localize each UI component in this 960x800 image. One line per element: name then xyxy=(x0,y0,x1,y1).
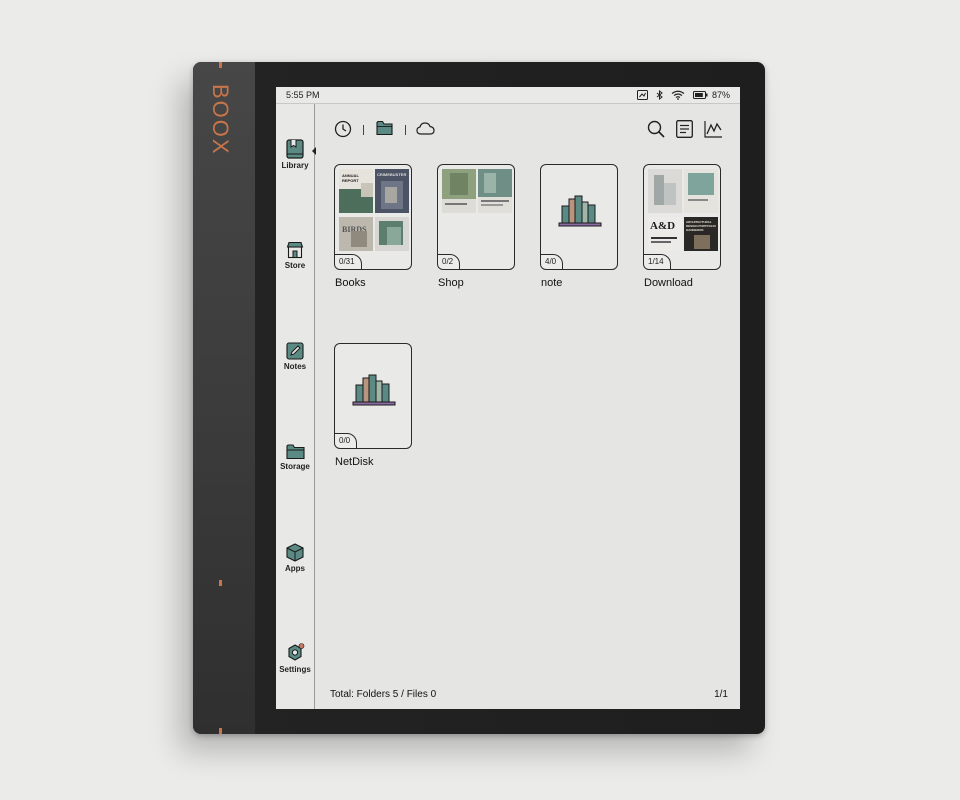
toolbar-divider xyxy=(363,125,364,135)
toolbar-divider xyxy=(405,125,406,135)
folder-count: 4/0 xyxy=(541,254,564,269)
folder-count: 0/2 xyxy=(438,254,461,269)
sidebar: Library Store Notes Storage Apps Setting… xyxy=(276,104,316,709)
apps-icon xyxy=(286,543,304,562)
folder-name: Books xyxy=(335,277,366,289)
folder-thumbnail: 0/2 xyxy=(437,164,515,270)
folder-name: note xyxy=(541,277,563,289)
folder-count: 0/0 xyxy=(335,433,358,448)
folder-name: Download xyxy=(644,277,693,289)
sidebar-item-library[interactable]: Library xyxy=(276,139,314,170)
bluetooth-icon[interactable] xyxy=(656,90,663,100)
screen: 5:55 PM 87% Library Store Notes Storage … xyxy=(276,87,740,709)
architectural-text: ARCHITECTURAL DESIGN PORTFOLIO HANDBOOK xyxy=(686,220,716,232)
folder-thumbnail: 4/0 xyxy=(540,164,618,270)
screen-refresh-icon[interactable] xyxy=(636,90,648,100)
annual-report-text: ANNUAL REPORT xyxy=(342,173,359,183)
accent-mark xyxy=(219,728,222,734)
accent-mark xyxy=(219,580,222,586)
notes-icon xyxy=(286,342,304,360)
bookshelf-icon xyxy=(558,195,602,227)
crimebuster-text: CRIMEBUSTER xyxy=(377,172,407,177)
folder-thumbnail: 0/0 xyxy=(334,343,412,449)
status-bar: 5:55 PM 87% xyxy=(276,87,740,104)
recent-clock-icon[interactable] xyxy=(334,120,352,143)
total-summary: Total: Folders 5 / Files 0 xyxy=(330,689,437,700)
sidebar-item-label: Settings xyxy=(279,665,311,674)
folder-count: 0/31 xyxy=(335,254,362,269)
ad-title-text: A&D xyxy=(650,220,676,232)
library-toolbar xyxy=(316,104,740,154)
folder-thumbnail: A&D ARCHITECTURAL DESIGN PORTFOLIO HANDB… xyxy=(643,164,721,270)
page-indicator[interactable]: 1/1 xyxy=(714,689,728,700)
folder-count: 1/14 xyxy=(644,254,671,269)
battery-icon: 87% xyxy=(692,90,730,100)
bookshelf-icon xyxy=(352,374,396,406)
sidebar-item-label: Store xyxy=(284,261,306,270)
statistics-icon[interactable] xyxy=(704,120,723,143)
settings-icon xyxy=(288,643,305,661)
list-view-icon[interactable] xyxy=(676,120,693,143)
sidebar-item-store[interactable]: Store xyxy=(276,241,314,270)
status-time: 5:55 PM xyxy=(286,90,320,100)
search-icon[interactable] xyxy=(647,120,665,143)
wifi-icon[interactable] xyxy=(671,90,685,100)
library-footer: Total: Folders 5 / Files 0 1/1 xyxy=(316,685,740,705)
sidebar-item-label: Notes xyxy=(283,362,307,371)
store-icon xyxy=(286,241,304,259)
sidebar-item-notes[interactable]: Notes xyxy=(276,342,314,371)
battery-percent: 87% xyxy=(711,90,730,100)
sidebar-item-settings[interactable]: Settings xyxy=(276,643,314,674)
storage-icon xyxy=(285,444,305,460)
folder-name: Shop xyxy=(438,277,464,289)
sidebar-item-label: Storage xyxy=(280,462,310,471)
sidebar-item-label: Apps xyxy=(285,564,305,573)
folder-name: NetDisk xyxy=(335,456,374,468)
battery-level-fill xyxy=(694,93,703,97)
brand-logo: BOOX xyxy=(208,84,233,156)
sidebar-item-apps[interactable]: Apps xyxy=(276,543,314,573)
cloud-icon[interactable] xyxy=(416,122,435,140)
device-bezel-spine xyxy=(193,62,255,734)
local-folder-icon[interactable] xyxy=(376,120,393,141)
sidebar-item-label: Library xyxy=(281,161,309,170)
library-icon xyxy=(286,139,304,159)
accent-mark xyxy=(219,62,222,68)
sidebar-item-storage[interactable]: Storage xyxy=(276,443,314,471)
folder-thumbnail: ANNUAL REPORT CRIMEBUSTER BIRDS 0/31 xyxy=(334,164,412,270)
